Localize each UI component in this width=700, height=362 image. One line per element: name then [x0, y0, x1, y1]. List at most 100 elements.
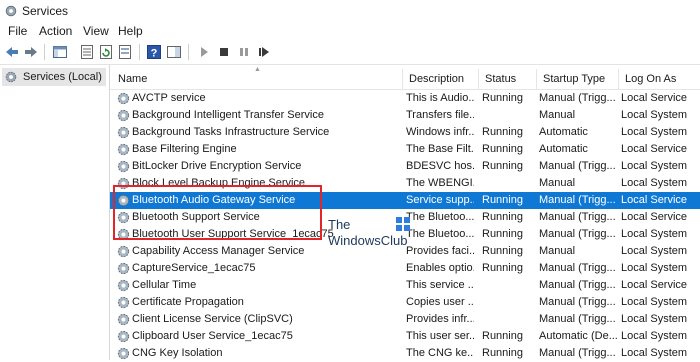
menu-bar: File Action View Help	[0, 22, 700, 40]
table-row[interactable]: Clipboard User Service_1ecac75 This user …	[110, 328, 700, 345]
service-description: Service supp...	[406, 194, 474, 206]
column-header-description[interactable]: Description	[402, 69, 478, 89]
table-row[interactable]: CNG Key Isolation The CNG ke... Running Man…	[110, 345, 700, 362]
tree-item-services-local[interactable]: Services (Local)	[2, 68, 106, 86]
table-row[interactable]: Background Tasks Infrastructure Service W…	[110, 124, 700, 141]
restart-service-icon[interactable]	[256, 44, 272, 60]
service-log-on-as: Local Service	[621, 279, 688, 291]
service-status: Running	[482, 262, 523, 274]
service-name-cell: AVCTP service	[114, 90, 400, 107]
service-startup-type: Manual (Trigg...	[539, 279, 616, 291]
service-startup-type: Automatic (De...	[539, 330, 617, 342]
service-name-cell: Certificate Propagation	[114, 294, 400, 311]
service-description: Windows infr...	[406, 126, 474, 138]
svg-text:?: ?	[151, 48, 158, 60]
menu-view[interactable]: View	[83, 24, 109, 38]
toolbar: ?	[0, 40, 700, 65]
services-app-icon	[5, 5, 17, 17]
service-status: Running	[482, 194, 523, 206]
service-startup-type: Automatic	[539, 143, 588, 155]
list-header: Name Description Status Startup Type Log…	[110, 69, 700, 90]
pause-service-icon[interactable]	[236, 44, 252, 60]
table-row[interactable]: Background Intelligent Transfer Service T…	[110, 107, 700, 124]
service-name: Bluetooth User Support Service_1ecac75	[132, 228, 334, 240]
column-header-log-on-as[interactable]: Log On As	[618, 69, 700, 89]
service-log-on-as: Local System	[621, 228, 688, 240]
table-row[interactable]: Bluetooth Audio Gateway Service Service s…	[110, 192, 700, 209]
service-name-cell: CaptureService_1ecac75	[114, 260, 400, 277]
service-description: This service ...	[406, 279, 474, 291]
tree-item-label: Services (Local)	[23, 71, 102, 83]
watermark-line2: WindowsClub	[328, 233, 408, 248]
service-startup-type: Manual (Trigg...	[539, 160, 616, 172]
service-startup-type: Manual (Trigg...	[539, 194, 616, 206]
service-name-cell: Clipboard User Service_1ecac75	[114, 328, 400, 345]
gear-icon	[117, 211, 130, 224]
service-startup-type: Manual (Trigg...	[539, 313, 616, 325]
menu-help[interactable]: Help	[118, 24, 143, 38]
service-name: AVCTP service	[132, 92, 206, 104]
service-status: Running	[482, 347, 523, 359]
table-row[interactable]: Cellular Time This service ... Manual (Tri…	[110, 277, 700, 294]
table-row[interactable]: Block Level Backup Engine Service The WBE…	[110, 175, 700, 192]
refresh-icon[interactable]	[98, 44, 114, 60]
table-row[interactable]: CaptureService_1ecac75 Enables optio... Ru…	[110, 260, 700, 277]
export-list-icon[interactable]	[117, 44, 133, 60]
service-description: Transfers file...	[406, 109, 474, 121]
gear-icon	[117, 347, 130, 360]
service-name: BitLocker Drive Encryption Service	[132, 160, 302, 172]
column-header-status[interactable]: Status	[478, 69, 536, 89]
service-description: Enables optio...	[406, 262, 474, 274]
service-name-cell: CNG Key Isolation	[114, 345, 400, 362]
service-description: This is Audio...	[406, 92, 474, 104]
table-row[interactable]: Certificate Propagation Copies user ... Ma…	[110, 294, 700, 311]
column-header-name[interactable]: Name	[110, 69, 402, 89]
table-row[interactable]: Base Filtering Engine The Base Filt... Run…	[110, 141, 700, 158]
service-name-cell: Client License Service (ClipSVC)	[114, 311, 400, 328]
table-row[interactable]: BitLocker Drive Encryption Service BDESVC…	[110, 158, 700, 175]
table-row[interactable]: AVCTP service This is Audio... Running Manu…	[110, 90, 700, 107]
help-icon[interactable]: ?	[146, 44, 162, 60]
service-status: Running	[482, 126, 523, 138]
service-status	[482, 294, 536, 311]
stop-service-icon[interactable]	[216, 44, 232, 60]
service-log-on-as: Local System	[621, 296, 688, 308]
service-name-cell: Block Level Backup Engine Service	[114, 175, 400, 192]
service-log-on-as: Local System	[621, 330, 688, 342]
service-description: The Bluetoo...	[406, 211, 474, 223]
service-log-on-as: Local Service	[621, 194, 688, 206]
service-name: Clipboard User Service_1ecac75	[132, 330, 293, 342]
service-description: Provides infr...	[406, 313, 474, 325]
column-header-startup-type[interactable]: Startup Type	[536, 69, 618, 89]
gear-icon	[117, 92, 130, 105]
service-name: Background Intelligent Transfer Service	[132, 109, 324, 121]
menu-action[interactable]: Action	[39, 24, 72, 38]
service-log-on-as: Local System	[621, 262, 688, 274]
service-name: Client License Service (ClipSVC)	[132, 313, 293, 325]
service-status	[482, 175, 536, 192]
service-name-cell: Base Filtering Engine	[114, 141, 400, 158]
service-description: The WBENGI...	[406, 177, 474, 189]
service-startup-type: Manual (Trigg...	[539, 296, 616, 308]
show-hide-pane-icon[interactable]	[166, 44, 182, 60]
gear-icon	[117, 330, 130, 343]
console-tree-icon[interactable]	[52, 44, 68, 60]
menu-file[interactable]: File	[8, 24, 27, 38]
title-bar: Services	[0, 0, 700, 22]
gear-icon	[117, 109, 130, 122]
properties-list-icon[interactable]	[79, 44, 95, 60]
start-service-icon[interactable]	[196, 44, 212, 60]
service-log-on-as: Local Service	[621, 211, 688, 223]
gear-icon	[117, 160, 130, 173]
gear-icon	[117, 245, 130, 258]
service-name: Base Filtering Engine	[132, 143, 237, 155]
table-row[interactable]: Client License Service (ClipSVC) Provides…	[110, 311, 700, 328]
back-arrow-icon[interactable]	[4, 44, 20, 60]
service-log-on-as: Local System	[621, 160, 688, 172]
service-name-cell: Bluetooth Audio Gateway Service	[114, 192, 400, 209]
forward-arrow-icon[interactable]	[23, 44, 39, 60]
service-startup-type: Automatic	[539, 126, 588, 138]
service-startup-type: Manual (Trigg...	[539, 92, 616, 104]
service-name: CaptureService_1ecac75	[132, 262, 256, 274]
service-status: Running	[482, 160, 523, 172]
